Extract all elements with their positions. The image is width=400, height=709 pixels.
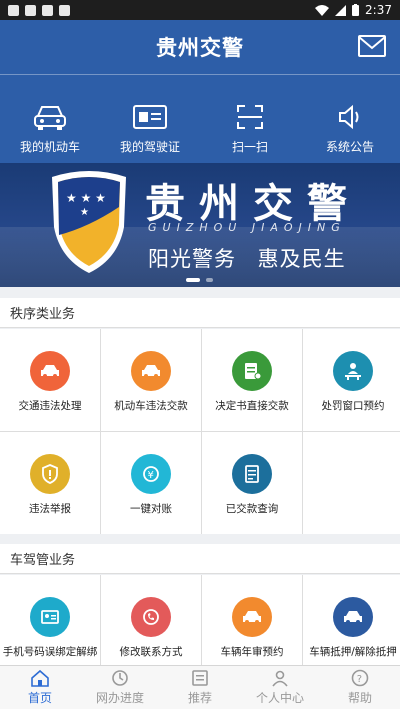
person-desk-icon — [333, 351, 373, 391]
progress-icon — [112, 670, 128, 686]
quick-my-license[interactable]: 我的驾驶证 — [100, 102, 200, 155]
service-label: 已交款查询 — [225, 503, 279, 515]
notification-icon — [25, 4, 36, 16]
phone-icon — [131, 597, 171, 637]
car-icon — [232, 597, 272, 637]
notification-icon — [8, 4, 19, 16]
help-icon: ? — [351, 669, 369, 687]
license-card-icon — [133, 105, 167, 129]
service-label: 交通违法处理 — [18, 400, 82, 412]
tab-label: 推荐 — [187, 691, 212, 705]
quick-label: 扫一扫 — [231, 140, 268, 154]
yuan-icon: ¥ — [131, 454, 171, 494]
service-violation-report[interactable]: 违法举报 — [0, 432, 100, 534]
car-icon — [34, 106, 66, 130]
service-paid-query[interactable]: 已交款查询 — [202, 432, 302, 534]
tab-label: 网办进度 — [95, 691, 144, 705]
banner-slogan: 阳光警务 惠及民生 — [148, 247, 346, 271]
tab-recommend[interactable]: 推荐 — [160, 666, 240, 709]
quick-scan[interactable]: 扫一扫 — [200, 102, 300, 155]
battery-icon — [352, 4, 360, 16]
id-card-icon — [30, 597, 70, 637]
recommend-icon — [192, 670, 208, 686]
carousel-dot[interactable] — [206, 278, 213, 282]
carousel-dot[interactable] — [186, 278, 200, 282]
police-shield-logo: ★ ★ ★ ★ — [52, 171, 126, 273]
quick-label: 我的机动车 — [19, 140, 80, 154]
car-icon — [131, 351, 171, 391]
tab-progress[interactable]: 网办进度 — [80, 666, 160, 709]
speaker-icon — [339, 104, 359, 130]
service-label: 决定书直接交款 — [215, 400, 289, 412]
notification-icon — [59, 4, 70, 16]
quick-actions: 我的机动车 我的驾驶证 扫一扫 系统公告 — [0, 75, 400, 163]
home-icon — [31, 669, 49, 687]
tab-personal-center[interactable]: 个人中心 — [240, 666, 320, 709]
carousel-indicator — [186, 278, 213, 282]
service-label: 手机号码误绑定解绑 — [2, 646, 98, 658]
svg-text:¥: ¥ — [148, 470, 154, 481]
service-annual-inspection[interactable]: 车辆年审预约 — [202, 575, 302, 677]
service-one-click-reconcile[interactable]: ¥ 一键对账 — [101, 432, 201, 534]
app-header: 贵州交警 我的机动车 我的驾驶证 扫一扫 系统公告 — [0, 20, 400, 163]
service-label: 机动车违法交款 — [114, 400, 188, 412]
quick-my-vehicle[interactable]: 我的机动车 — [0, 102, 100, 155]
service-vehicle-violation-payment[interactable]: 机动车违法交款 — [101, 329, 201, 431]
empty-cell — [303, 432, 400, 534]
service-window-appointment[interactable]: 处罚窗口预约 — [303, 329, 400, 431]
shield-icon — [30, 454, 70, 494]
svg-text:★ ★ ★: ★ ★ ★ — [66, 191, 106, 205]
signal-icon — [335, 4, 347, 16]
service-phone-unbind[interactable]: 手机号码误绑定解绑 — [0, 575, 100, 677]
service-decision-payment[interactable]: 决定书直接交款 — [202, 329, 302, 431]
car-icon — [30, 351, 70, 391]
quick-label: 我的驾驶证 — [119, 140, 180, 154]
status-time: 2:37 — [365, 3, 392, 17]
service-label: 车辆年审预约 — [220, 646, 284, 658]
wifi-icon — [315, 4, 330, 16]
order-services-grid: 交通违法处理 机动车违法交款 决定书直接交款 处罚窗口预约 违法举报 ¥ 一键对… — [0, 329, 400, 534]
mail-icon[interactable] — [358, 35, 386, 57]
svg-text:★: ★ — [80, 207, 89, 218]
section-title-order: 秩序类业务 — [0, 298, 400, 328]
service-traffic-violation[interactable]: 交通违法处理 — [0, 329, 100, 431]
car-icon — [333, 597, 373, 637]
tab-help[interactable]: ? 帮助 — [320, 666, 400, 709]
service-label: 修改联系方式 — [119, 646, 183, 658]
receipt-icon — [232, 454, 272, 494]
page-title: 贵州交警 — [156, 36, 244, 60]
service-vehicle-mortgage[interactable]: 车辆抵押/解除抵押 — [303, 575, 400, 677]
vehicle-services-grid: 手机号码误绑定解绑 修改联系方式 车辆年审预约 车辆抵押/解除抵押 — [0, 575, 400, 677]
bottom-tab-bar: 首页 网办进度 推荐 个人中心 ? 帮助 — [0, 665, 400, 709]
tab-label: 个人中心 — [255, 691, 304, 705]
tab-home[interactable]: 首页 — [0, 666, 80, 709]
status-bar: 2:37 — [0, 0, 400, 20]
quick-announcements[interactable]: 系统公告 — [300, 102, 400, 155]
service-modify-contact[interactable]: 修改联系方式 — [101, 575, 201, 677]
svg-text:?: ? — [357, 674, 362, 685]
notification-icon — [42, 4, 53, 16]
service-label: 车辆抵押/解除抵押 — [309, 646, 397, 658]
banner-pinyin: GUIZHOU JIAOJING — [148, 221, 346, 234]
section-title-vehicle-driver: 车驾管业务 — [0, 544, 400, 574]
person-icon — [272, 670, 288, 687]
tab-label: 首页 — [27, 691, 52, 705]
scan-icon — [237, 105, 263, 129]
service-label: 一键对账 — [130, 503, 172, 515]
service-label: 处罚窗口预约 — [321, 400, 385, 412]
document-icon — [232, 351, 272, 391]
service-label: 违法举报 — [29, 503, 71, 515]
tab-label: 帮助 — [347, 691, 372, 705]
quick-label: 系统公告 — [325, 140, 374, 154]
promo-banner[interactable]: ★ ★ ★ ★ 贵州交警 GUIZHOU JIAOJING 阳光警务 惠及民生 — [0, 163, 400, 287]
